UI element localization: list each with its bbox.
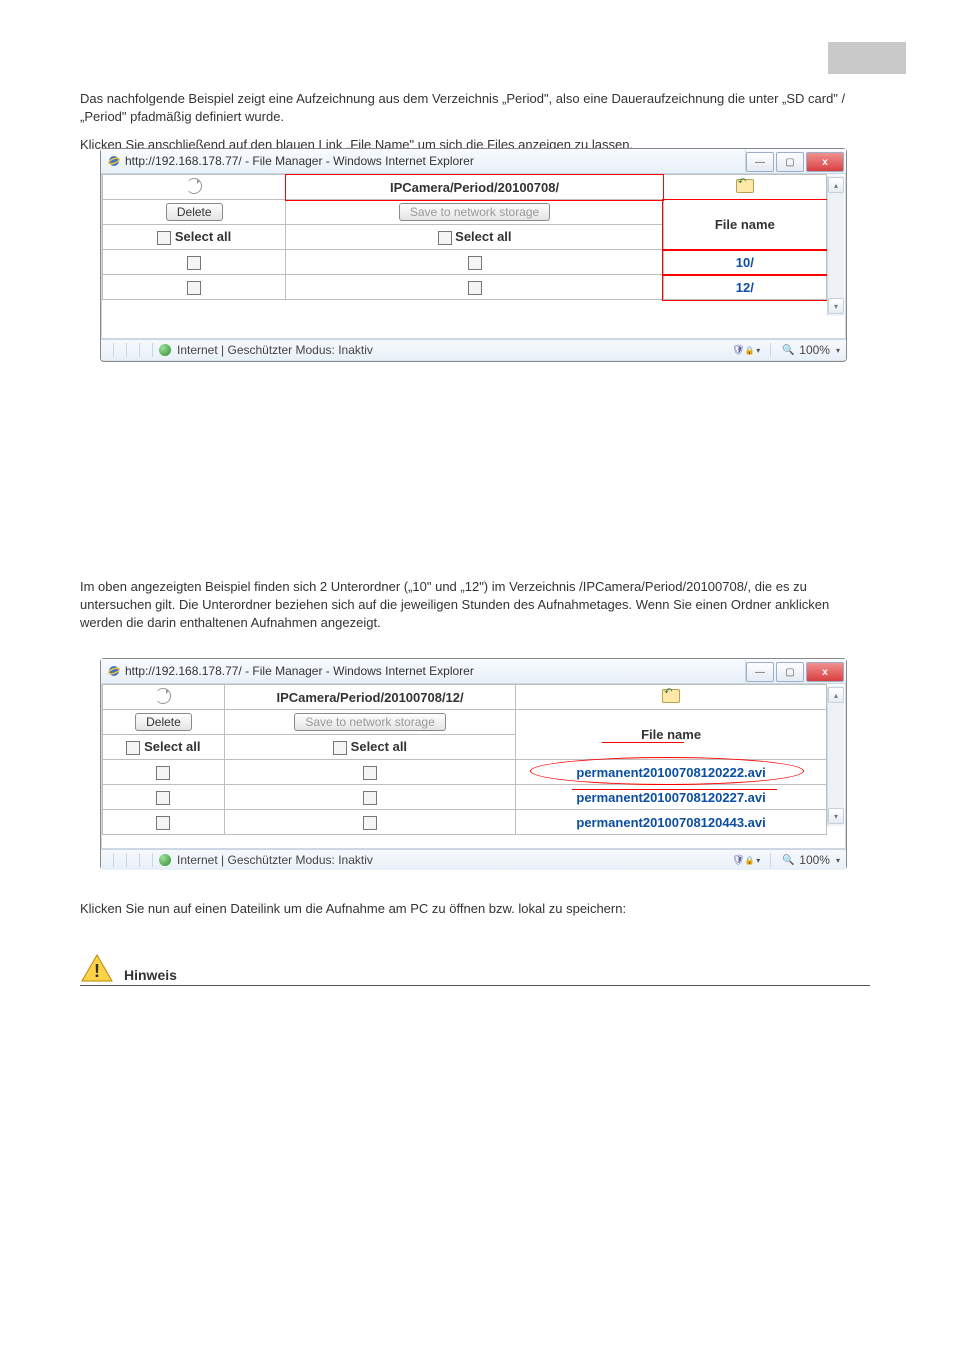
ie-window-2: http://192.168.178.77/ - File Manager - …: [100, 658, 847, 870]
select-all-label: Select all: [144, 739, 200, 754]
path-header-cell-2: IPCamera/Period/20100708/12/: [224, 685, 515, 710]
window-title-1: http://192.168.178.77/ - File Manager - …: [125, 154, 474, 168]
scroll-down-icon[interactable]: ▾: [828, 298, 844, 314]
select-all-checkbox-left[interactable]: [126, 741, 140, 755]
warning-icon: !: [80, 953, 114, 983]
folder-link-12[interactable]: 12/: [736, 280, 754, 295]
minimize-button[interactable]: —: [746, 152, 774, 172]
file-link-row-1[interactable]: permanent20100708120222.avi: [576, 765, 765, 780]
note-label: Hinweis: [124, 967, 177, 983]
minimize-button[interactable]: —: [746, 662, 774, 682]
titlebar-1: http://192.168.178.77/ - File Manager - …: [101, 149, 846, 174]
refresh-icon[interactable]: [155, 688, 171, 704]
select-all-checkbox-mid[interactable]: [438, 231, 452, 245]
scroll-up-icon[interactable]: ▴: [828, 177, 844, 193]
maximize-button[interactable]: ▢: [776, 152, 804, 172]
globe-icon: [159, 344, 171, 356]
row-checkbox[interactable]: [468, 256, 482, 270]
select-all-label: Select all: [175, 229, 231, 244]
save-network-button[interactable]: Save to network storage: [294, 713, 445, 731]
close-button[interactable]: x: [806, 662, 844, 682]
row-checkbox[interactable]: [468, 281, 482, 295]
file-table-1: IPCamera/Period/20100708/ Delete Save to…: [102, 174, 827, 300]
row-checkbox[interactable]: [187, 256, 201, 270]
delete-button[interactable]: Delete: [135, 713, 192, 731]
row-checkbox[interactable]: [156, 791, 170, 805]
up-folder-icon[interactable]: [736, 179, 754, 193]
ie-logo-icon: [107, 154, 121, 168]
header-page-tag: [828, 42, 906, 74]
scroll-down-icon[interactable]: ▾: [828, 808, 844, 824]
path-header-cell: IPCamera/Period/20100708/: [286, 175, 663, 200]
row-checkbox[interactable]: [156, 816, 170, 830]
row-checkbox[interactable]: [363, 791, 377, 805]
globe-icon: [159, 854, 171, 866]
refresh-icon[interactable]: [186, 178, 202, 194]
svg-text:!: !: [94, 961, 100, 981]
file-link-row-3[interactable]: permanent20100708120443.avi: [576, 815, 765, 830]
status-text-1: Internet | Geschützter Modus: Inaktiv: [177, 343, 373, 357]
intro-paragraph-1: Das nachfolgende Beispiel zeigt eine Auf…: [80, 90, 870, 126]
up-folder-icon[interactable]: [662, 689, 680, 703]
row-checkbox[interactable]: [363, 766, 377, 780]
ie-window-1: http://192.168.178.77/ - File Manager - …: [100, 148, 847, 362]
zoom-icon[interactable]: 🔍: [781, 853, 795, 867]
filename-header[interactable]: File name: [663, 200, 826, 250]
select-all-label-2: Select all: [455, 229, 511, 244]
window-title-2: http://192.168.178.77/ - File Manager - …: [125, 664, 474, 678]
select-all-checkbox-left[interactable]: [157, 231, 171, 245]
security-status-icon[interactable]: 🛡🔒: [736, 853, 750, 867]
dropdown-icon[interactable]: ▾: [836, 856, 840, 865]
titlebar-2: http://192.168.178.77/ - File Manager - …: [101, 659, 846, 684]
vertical-scrollbar[interactable]: ▴ ▾: [827, 686, 844, 826]
folder-link-10[interactable]: 10/: [736, 255, 754, 270]
maximize-button[interactable]: ▢: [776, 662, 804, 682]
note-separator: [80, 985, 870, 986]
vertical-scrollbar[interactable]: ▴ ▾: [827, 176, 844, 316]
scroll-up-icon[interactable]: ▴: [828, 687, 844, 703]
select-all-label-2: Select all: [351, 739, 407, 754]
dropdown-icon[interactable]: ▾: [756, 856, 760, 865]
delete-button[interactable]: Delete: [166, 203, 223, 221]
file-table-2: IPCamera/Period/20100708/12/ Delete Save…: [102, 684, 827, 835]
select-all-checkbox-mid[interactable]: [333, 741, 347, 755]
file-link-row-2[interactable]: permanent20100708120227.avi: [576, 790, 765, 805]
zoom-icon[interactable]: 🔍: [781, 343, 795, 357]
row-checkbox[interactable]: [363, 816, 377, 830]
row-checkbox[interactable]: [156, 766, 170, 780]
security-status-icon[interactable]: 🛡🔒: [736, 343, 750, 357]
status-text-2: Internet | Geschützter Modus: Inaktiv: [177, 853, 373, 867]
dropdown-icon[interactable]: ▾: [756, 346, 760, 355]
statusbar-2: Internet | Geschützter Modus: Inaktiv 🛡🔒…: [101, 849, 846, 870]
zoom-value-2: 100%: [799, 853, 830, 867]
filename-header-2[interactable]: File name: [516, 710, 827, 760]
mid-paragraph: Im oben angezeigten Beispiel finden sich…: [80, 578, 870, 633]
row-checkbox[interactable]: [187, 281, 201, 295]
ie-logo-icon: [107, 664, 121, 678]
zoom-value-1: 100%: [799, 343, 830, 357]
close-button[interactable]: x: [806, 152, 844, 172]
statusbar-1: Internet | Geschützter Modus: Inaktiv 🛡🔒…: [101, 339, 846, 360]
after-paragraph: Klicken Sie nun auf einen Dateilink um d…: [80, 900, 870, 918]
dropdown-icon[interactable]: ▾: [836, 346, 840, 355]
save-network-button[interactable]: Save to network storage: [399, 203, 550, 221]
